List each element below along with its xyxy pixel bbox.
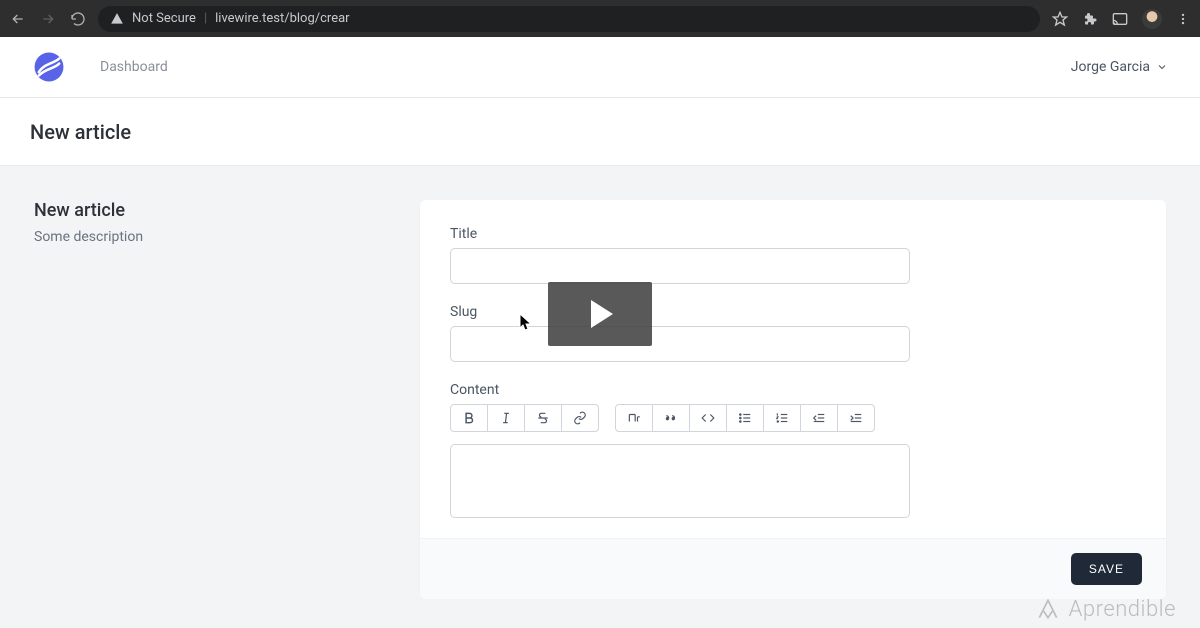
content-label: Content (450, 382, 1136, 398)
toolbar-group-format (450, 404, 599, 432)
strike-button[interactable] (524, 404, 562, 432)
page-title-bar: New article (0, 98, 1200, 166)
address-bar[interactable]: Not Secure | livewire.test/blog/crear (98, 6, 1040, 32)
user-menu[interactable]: Jorge Garcia (1071, 59, 1168, 75)
user-name: Jorge Garcia (1071, 59, 1150, 75)
watermark: Aprendible (1035, 596, 1176, 622)
title-label: Title (450, 226, 1136, 242)
mouse-cursor-icon (519, 313, 533, 331)
profile-avatar[interactable] (1142, 9, 1162, 29)
security-label: Not Secure (132, 11, 196, 26)
bullet-list-button[interactable] (726, 404, 764, 432)
quote-button[interactable] (652, 404, 690, 432)
chevron-down-icon (1156, 61, 1168, 73)
link-button[interactable] (561, 404, 599, 432)
slug-input[interactable] (450, 326, 910, 362)
reload-icon[interactable] (70, 11, 86, 27)
section-description: Some description (34, 229, 390, 245)
play-icon (587, 300, 613, 328)
watermark-icon (1035, 596, 1061, 622)
content-editor[interactable] (450, 444, 910, 518)
url-text: livewire.test/blog/crear (215, 11, 349, 26)
form-card: Title Slug Content (420, 200, 1166, 594)
nav-dashboard[interactable]: Dashboard (100, 59, 168, 75)
star-icon[interactable] (1052, 11, 1068, 27)
forward-icon (40, 11, 56, 27)
outdent-button[interactable] (800, 404, 838, 432)
italic-button[interactable] (487, 404, 525, 432)
kebab-menu-icon[interactable] (1176, 12, 1190, 26)
code-button[interactable] (689, 404, 727, 432)
card-footer: SAVE (420, 538, 1166, 599)
indent-button[interactable] (837, 404, 875, 432)
number-list-button[interactable] (763, 404, 801, 432)
field-title: Title (450, 226, 1136, 284)
extensions-icon[interactable] (1082, 11, 1098, 27)
title-input[interactable] (450, 248, 910, 284)
editor-toolbar (450, 404, 1136, 432)
bold-button[interactable] (450, 404, 488, 432)
not-secure-icon (110, 12, 124, 26)
cast-icon[interactable] (1112, 11, 1128, 27)
page-title: New article (30, 120, 131, 144)
app-logo[interactable] (32, 50, 66, 84)
side-description: New article Some description (34, 200, 420, 594)
save-button[interactable]: SAVE (1071, 553, 1142, 585)
heading-button[interactable] (615, 404, 653, 432)
watermark-text: Aprendible (1069, 597, 1176, 622)
toolbar-group-block (615, 404, 875, 432)
section-heading: New article (34, 200, 390, 221)
field-content: Content (450, 382, 1136, 518)
browser-chrome: Not Secure | livewire.test/blog/crear (0, 0, 1200, 37)
back-icon[interactable] (10, 11, 26, 27)
app-header: Dashboard Jorge Garcia (0, 37, 1200, 98)
address-separator: | (204, 11, 207, 26)
play-overlay[interactable] (548, 282, 652, 346)
main-area: New article Some description Title Slug … (0, 166, 1200, 628)
